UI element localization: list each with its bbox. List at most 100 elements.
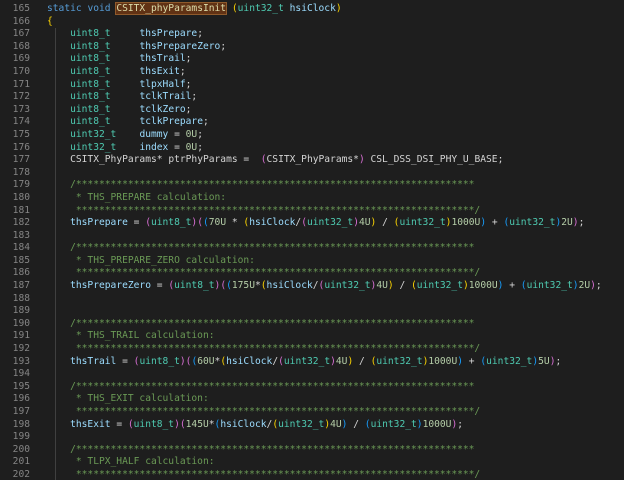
line-text[interactable]: /***************************************… [47,179,474,192]
indent-guide [55,305,56,318]
code-line[interactable]: 192 ************************************… [0,343,624,356]
code-line[interactable]: 194 [0,368,624,381]
code-line[interactable]: 199 [0,431,624,444]
code-token: static [47,3,82,14]
code-line[interactable]: 177 CSITX_PhyParams* ptrPhyParams = (CSI… [0,154,624,167]
code-line[interactable]: 171 uint8_t tlpxHalf; [0,78,624,92]
line-text[interactable]: /***************************************… [47,242,474,255]
line-text[interactable]: uint8_t tclkTrail; [47,91,197,104]
code-token: + [486,217,504,229]
code-line[interactable]: 201 * TLPX_HALF calculation: [0,456,624,469]
code-token: uint32_t [278,418,325,430]
line-text[interactable]: ****************************************… [47,343,480,356]
line-text[interactable]: uint8_t tclkPrepare; [47,116,209,129]
code-line[interactable]: 188 [0,292,624,306]
line-number: 193 [12,355,30,367]
code-line[interactable]: 190 /***********************************… [0,317,624,331]
code-token: hsiClock [289,3,336,14]
line-text[interactable]: ****************************************… [47,469,480,480]
code-line[interactable]: 191 * THS_TRAIL calculation: [0,330,624,344]
line-text[interactable]: /***************************************… [47,318,474,331]
code-line[interactable]: 175 uint32_t dummy = 0U; [0,128,624,142]
code-line[interactable]: 170 uint8_t thsExit; [0,65,624,79]
code-line[interactable]: 200 /***********************************… [0,443,624,457]
code-line[interactable]: 180 * THS_PREPARE calculation: [0,191,624,205]
code-line[interactable]: 173 uint8_t tclkZero; [0,103,624,117]
line-text[interactable]: * THS_PREPARE calculation: [47,192,226,205]
code-line[interactable]: 166 { [0,16,624,29]
line-text[interactable]: { [47,16,53,29]
code-line[interactable]: 186 ************************************… [0,267,624,281]
code-token: uint32_t [306,217,354,229]
code-line[interactable]: 176 uint32_t index = 0U; [0,141,624,155]
code-line[interactable]: 169 uint8_t thsTrail; [0,53,624,66]
code-token: + [463,355,481,367]
code-area[interactable]: 165 static void CSITX_phyParamsInit (uint… [0,2,624,480]
line-text[interactable]: /***************************************… [47,381,474,394]
line-text[interactable]: * THS_EXIT calculation: [47,393,209,406]
line-text[interactable]: uint32_t index = 0U; [47,142,203,155]
code-line[interactable]: 179 /***********************************… [0,179,624,192]
code-token: uint32_t [376,355,423,367]
line-number: 177 [12,154,30,166]
code-token: CSITX_PhyParams [266,154,354,166]
line-text[interactable]: /***************************************… [47,444,474,457]
line-text[interactable]: * THS_TRAIL calculation: [47,330,215,343]
line-text[interactable]: CSITX_PhyParams* ptrPhyParams = (CSITX_P… [47,154,503,167]
code-line[interactable]: 193 thsTrail = (uint8_t)((60U*(hsiClock/… [0,355,624,369]
code-line[interactable]: 198 thsExit = (uint8_t)(145U*(hsiClock/(… [0,418,624,432]
code-token: uint32_t [399,217,446,229]
line-text[interactable]: ****************************************… [47,267,480,280]
code-line[interactable]: 168 uint8_t thsPrepareZero; [0,40,624,54]
line-text[interactable]: uint8_t tlpxHalf; [47,79,191,92]
line-text[interactable]: ****************************************… [47,205,480,218]
code-token: ****************************************… [47,406,481,417]
code-token: 2U [561,217,573,229]
code-line[interactable]: 197 ************************************… [0,406,624,419]
code-line[interactable]: 195 /***********************************… [0,380,624,394]
code-line[interactable]: 181 ************************************… [0,204,624,218]
code-line[interactable]: 185 * THS_PREPARE_ZERO calculation: [0,254,624,268]
line-text[interactable]: * TLPX_HALF calculation: [47,456,215,469]
code-line[interactable]: 184 /***********************************… [0,242,624,255]
code-line[interactable]: 196 * THS_EXIT calculation: [0,393,624,406]
code-token: ****************************************… [47,267,481,279]
code-line[interactable]: 202 ************************************… [0,468,624,480]
line-text[interactable]: thsPrepareZero = (uint8_t)((175U*(hsiClo… [47,280,602,293]
line-number: 189 [12,305,30,317]
code-token: ; [220,40,227,52]
line-text[interactable]: thsTrail = (uint8_t)((60U*(hsiClock/(uin… [47,356,561,369]
code-token: uint8_t [70,65,111,77]
code-line[interactable]: 187 thsPrepareZero = (uint8_t)((175U*(hs… [0,280,624,293]
code-line[interactable]: 178 [0,166,624,180]
line-text[interactable]: uint8_t thsPrepareZero; [47,41,226,54]
code-line[interactable]: 167 uint8_t thsPrepare; [0,28,624,41]
code-line[interactable]: 174 uint8_t tclkPrepare; [0,116,624,129]
code-line[interactable]: 165 static void CSITX_phyParamsInit (uint… [0,2,624,16]
line-text[interactable]: ****************************************… [47,406,480,419]
line-text[interactable]: uint8_t thsTrail; [47,53,191,66]
code-token: / [353,355,371,367]
code-token: * TLPX_HALF calculation: [47,456,215,468]
code-token: + [503,280,521,292]
line-text[interactable]: static void CSITX_phyParamsInit (uint32_… [47,2,342,16]
code-token: * THS_PREPARE calculation: [47,191,227,203]
code-line[interactable]: 172 uint8_t tclkTrail; [0,91,624,104]
line-text[interactable]: uint8_t thsPrepare; [47,28,203,41]
line-number: 170 [12,65,30,77]
line-text[interactable]: * THS_PREPARE_ZERO calculation: [47,255,255,268]
code-line[interactable]: 189 [0,305,624,318]
code-line[interactable]: 183 [0,229,624,243]
code-line[interactable]: 182 thsPrepare = (uint8_t)((70U * (hsiCl… [0,217,624,230]
line-text[interactable]: uint8_t tclkZero; [47,104,191,117]
line-text[interactable]: thsPrepare = (uint8_t)((70U * (hsiClock/… [47,217,584,230]
code-token: 70U [208,217,227,229]
code-editor[interactable]: 165 static void CSITX_phyParamsInit (uint… [0,0,624,480]
line-text[interactable]: uint32_t dummy = 0U; [47,129,203,142]
indent-guide [55,292,56,306]
line-text[interactable]: thsExit = (uint8_t)(145U*(hsiClock/(uint… [47,419,463,432]
line-text[interactable]: uint8_t thsExit; [47,66,186,79]
